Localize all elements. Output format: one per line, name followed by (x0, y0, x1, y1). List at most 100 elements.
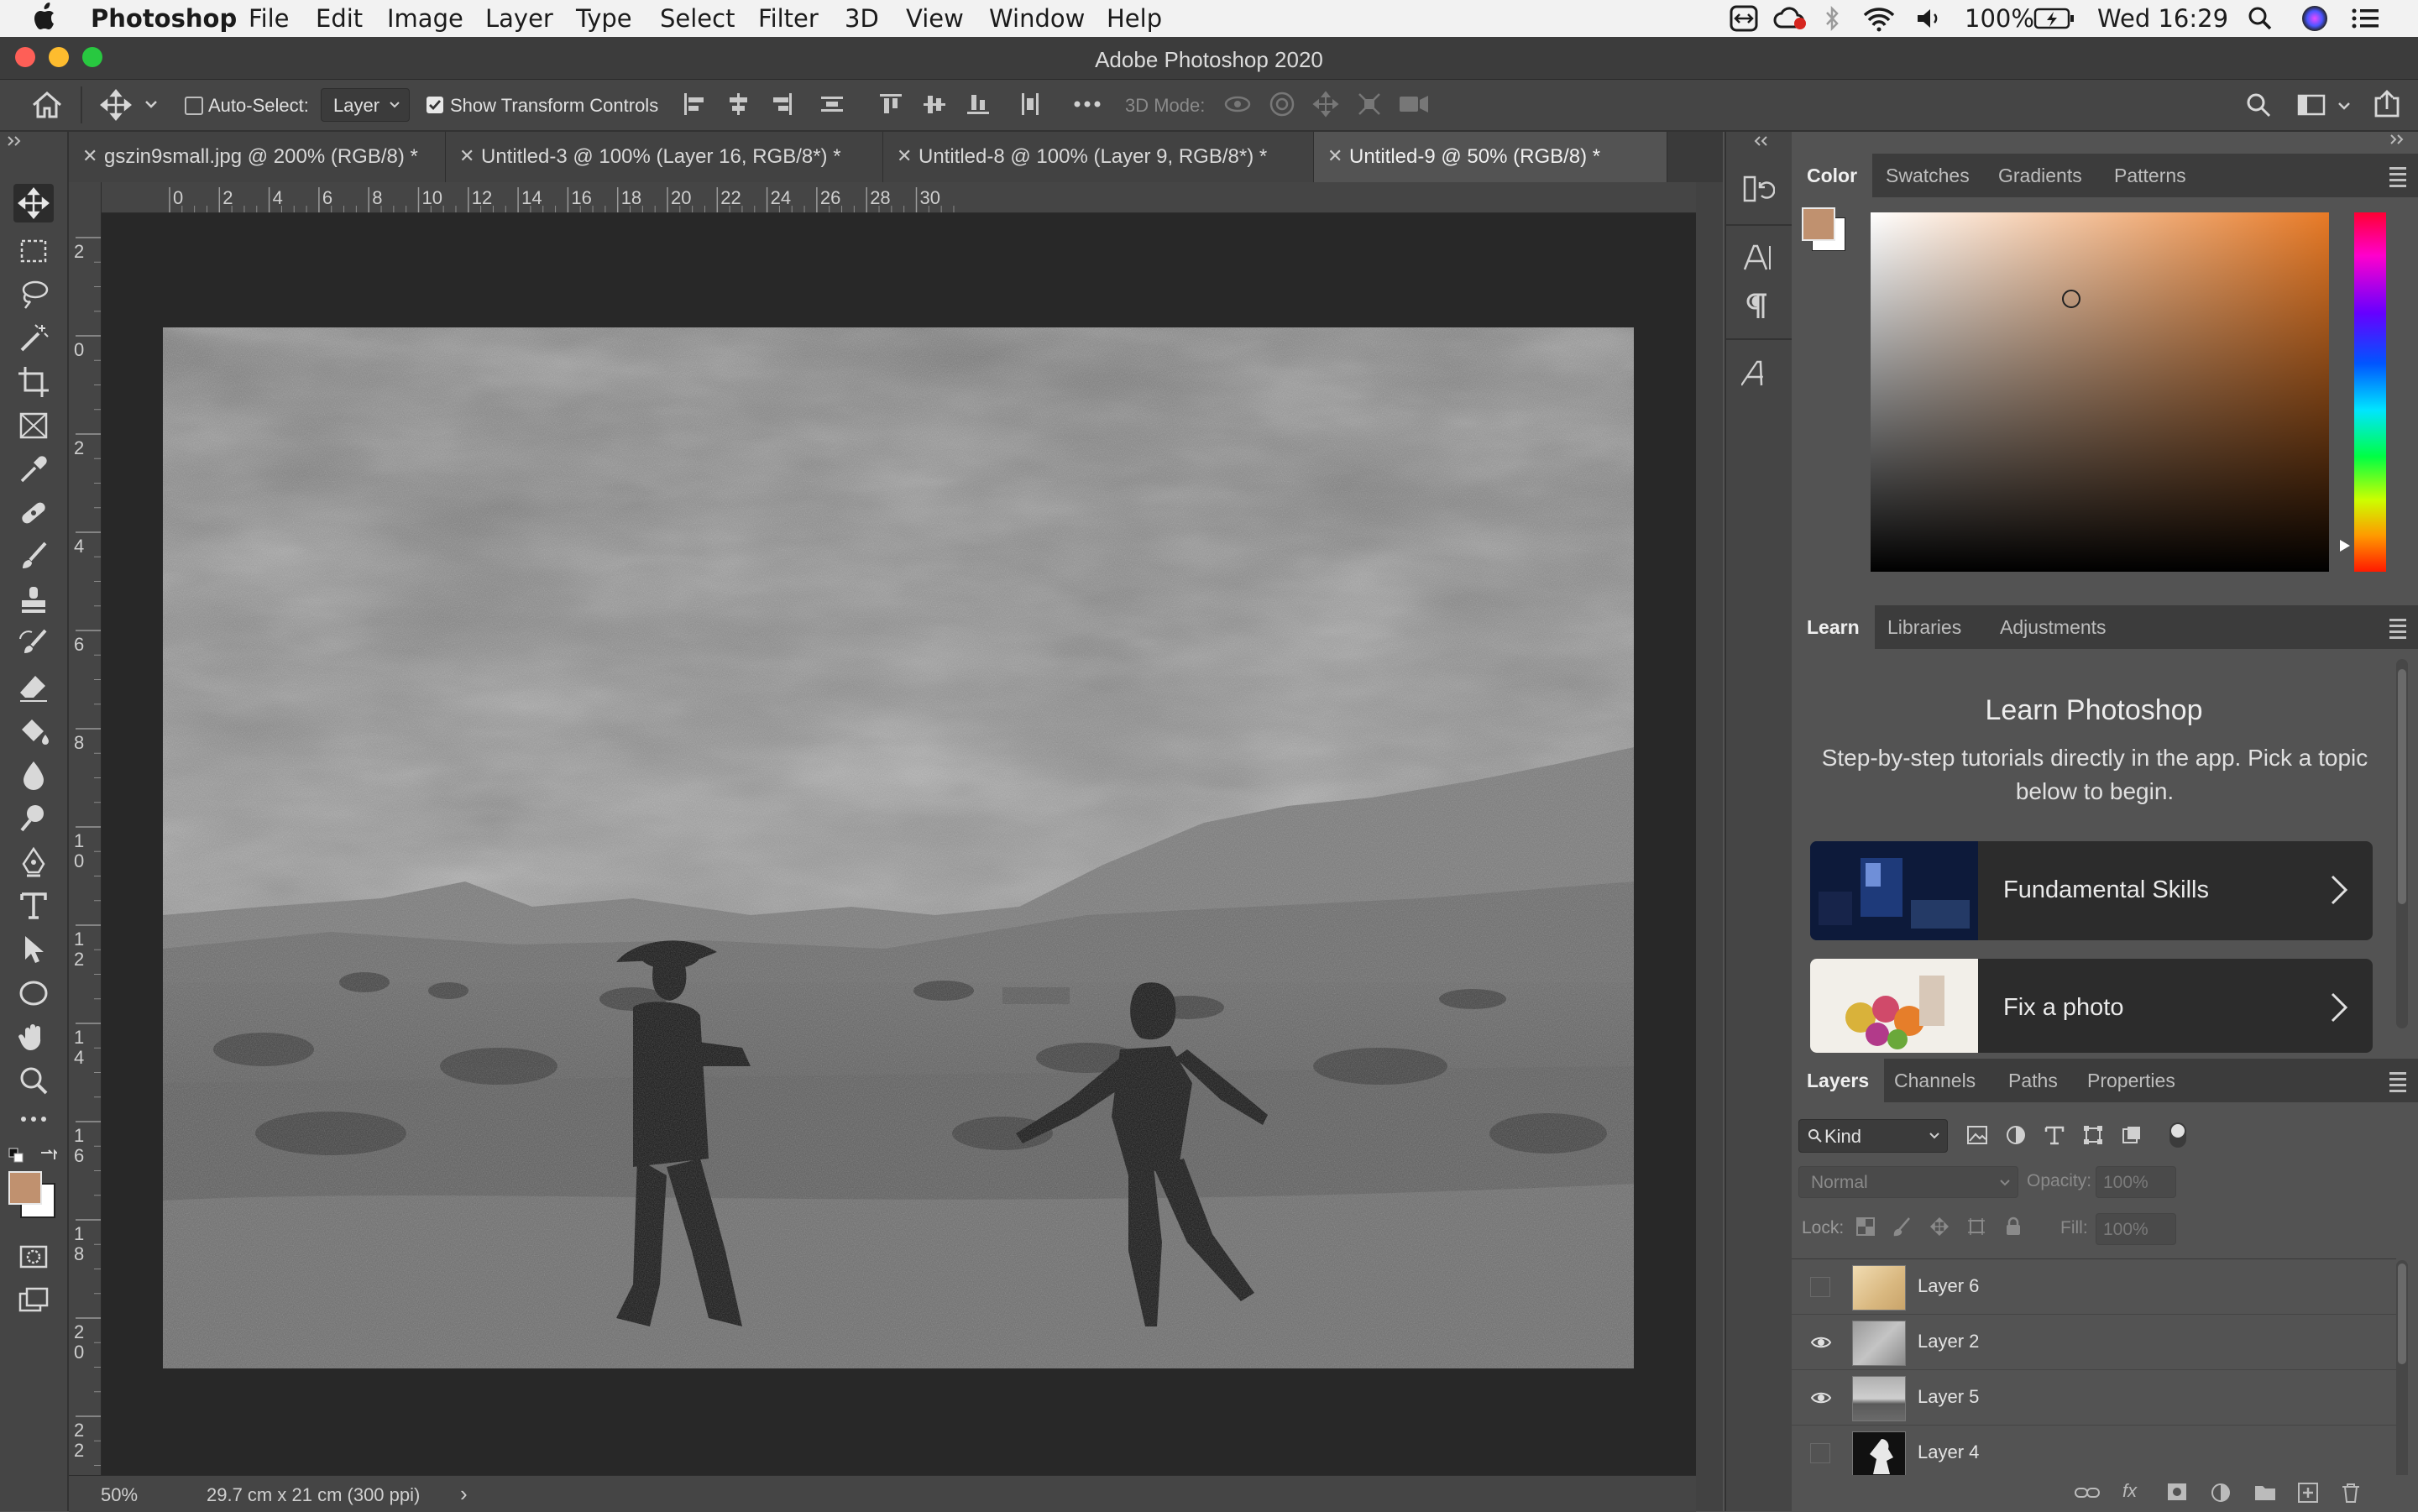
menu-filter[interactable]: Filter (758, 4, 819, 33)
dodge-tool-icon[interactable] (17, 802, 50, 835)
more-options-icon[interactable] (1073, 98, 1102, 110)
tab-gszin9small[interactable]: ✕ gszin9small.jpg @ 200% (RGB/8) * (69, 132, 446, 182)
new-layer-icon[interactable] (2297, 1482, 2319, 1504)
learn-scroll-track[interactable] (2396, 659, 2408, 1028)
home-icon[interactable] (30, 90, 64, 120)
tab-patterns[interactable]: Patterns (2099, 154, 2201, 197)
layer-name[interactable]: Layer 5 (1918, 1386, 1979, 1408)
layers-scroll-track[interactable] (2396, 1260, 2408, 1495)
brush-tool-icon[interactable] (17, 540, 50, 573)
magic-wand-tool-icon[interactable] (17, 322, 50, 355)
filter-smart-object-icon[interactable] (2121, 1124, 2143, 1146)
panel-foreground-swatch[interactable] (1802, 207, 1835, 241)
swap-colors-icon[interactable] (39, 1148, 57, 1164)
auto-select-dropdown[interactable]: Layer (321, 88, 410, 122)
menu-select[interactable]: Select (660, 4, 735, 33)
move-tool-icon[interactable] (13, 184, 54, 222)
tab-swatches[interactable]: Swatches (1871, 154, 1985, 197)
siri-icon[interactable] (2300, 4, 2329, 33)
filter-toggle-switch[interactable] (2169, 1122, 2186, 1148)
show-transform-checkbox[interactable] (427, 97, 443, 113)
close-tab-icon[interactable]: ✕ (82, 145, 97, 167)
status-menu-arrow[interactable]: › (460, 1481, 468, 1507)
zoom-tool-icon[interactable] (17, 1064, 50, 1097)
menu-layer[interactable]: Layer (485, 4, 553, 33)
layer-name[interactable]: Layer 2 (1918, 1331, 1979, 1352)
align-right-icon[interactable] (769, 92, 794, 117)
hue-slider[interactable] (2354, 212, 2386, 572)
volume-icon[interactable] (1914, 5, 1944, 32)
tab-untitled-9[interactable]: ✕ Untitled-9 @ 50% (RGB/8) * (1314, 132, 1667, 182)
color-picker-cursor[interactable] (2062, 290, 2080, 308)
minimize-window-button[interactable] (49, 47, 69, 67)
align-left-icon[interactable] (682, 92, 707, 117)
edit-toolbar-icon[interactable] (17, 1111, 50, 1131)
screen-mode-icon[interactable] (17, 1284, 50, 1317)
tab-adjustments[interactable]: Adjustments (1985, 605, 2122, 649)
layer-row-layer-5[interactable]: Layer 5 (1792, 1371, 2396, 1426)
align-bottom-icon[interactable] (966, 92, 991, 117)
layer-filter-kind-dropdown[interactable]: Kind (1798, 1119, 1948, 1153)
tab-untitled-8[interactable]: ✕ Untitled-8 @ 100% (Layer 9, RGB/8*) * (883, 132, 1314, 182)
hand-tool-icon[interactable] (17, 1020, 50, 1054)
crop-tool-icon[interactable] (17, 365, 50, 399)
foreground-color-swatch[interactable] (8, 1171, 42, 1205)
paragraph-panel-icon[interactable] (1741, 290, 1775, 323)
menu-help[interactable]: Help (1107, 4, 1162, 33)
type-tool-icon[interactable] (17, 889, 50, 923)
marquee-tool-icon[interactable] (17, 234, 50, 268)
lasso-tool-icon[interactable] (17, 278, 50, 311)
horizontal-ruler[interactable]: 0 2 4 6 8 10 12 14 16 18 20 22 24 26 28 30 (101, 182, 1696, 213)
auto-select-checkbox[interactable] (185, 97, 203, 115)
filter-adjustment-icon[interactable] (2005, 1124, 2027, 1146)
history-panel-icon[interactable] (1741, 172, 1775, 206)
close-window-button[interactable] (15, 47, 35, 67)
layer-row-layer-4[interactable]: Layer 4 (1792, 1426, 2396, 1480)
layer-row-layer-6[interactable]: Layer 6 (1792, 1260, 2396, 1315)
tab-paths[interactable]: Paths (1993, 1059, 2073, 1102)
filter-type-icon[interactable] (2044, 1124, 2065, 1146)
notification-center-icon[interactable] (2351, 7, 2381, 30)
frame-tool-icon[interactable] (17, 409, 50, 442)
pen-tool-icon[interactable] (17, 845, 50, 879)
eraser-tool-icon[interactable] (17, 671, 50, 704)
layer-visibility-toggle[interactable] (1810, 1443, 1830, 1463)
teamviewer-icon[interactable] (1730, 5, 1758, 32)
blur-tool-icon[interactable] (17, 758, 50, 792)
color-picker-field[interactable] (1871, 212, 2329, 572)
card-fix-a-photo[interactable]: Fix a photo (1810, 959, 2373, 1053)
clock[interactable]: Wed 16:29 (2097, 4, 2228, 33)
character-panel-icon[interactable] (1741, 241, 1775, 275)
chevron-down-icon[interactable] (144, 100, 158, 110)
wifi-icon[interactable] (1862, 5, 1896, 32)
layer-style-fx-icon[interactable]: fx (2122, 1480, 2137, 1502)
learn-panel-menu-icon[interactable] (2389, 615, 2406, 639)
healing-brush-tool-icon[interactable] (17, 496, 50, 530)
menu-3d[interactable]: 3D (845, 4, 879, 33)
glyphs-panel-icon[interactable] (1741, 357, 1775, 390)
tab-learn[interactable]: Learn (1792, 605, 1875, 649)
zoom-window-button[interactable] (82, 47, 102, 67)
close-tab-icon[interactable]: ✕ (897, 145, 912, 167)
layer-visibility-toggle[interactable] (1810, 1277, 1830, 1297)
ellipse-tool-icon[interactable] (17, 976, 50, 1010)
clone-stamp-tool-icon[interactable] (17, 583, 50, 617)
distribute-icon[interactable] (819, 92, 845, 117)
eye-icon[interactable] (1810, 1388, 1832, 1408)
add-mask-icon[interactable] (2166, 1482, 2188, 1502)
card-fundamental-skills[interactable]: Fundamental Skills (1810, 841, 2373, 940)
filter-shape-icon[interactable] (2082, 1124, 2104, 1146)
share-icon[interactable] (2373, 90, 2401, 118)
canvas-scroll-gutter[interactable] (1696, 182, 1723, 1511)
zoom-level[interactable]: 50% (101, 1484, 138, 1506)
tab-color[interactable]: Color (1792, 154, 1873, 197)
close-tab-icon[interactable]: ✕ (459, 145, 474, 167)
expand-panels-icon[interactable] (2389, 133, 2406, 145)
tab-gradients[interactable]: Gradients (1983, 154, 2097, 197)
learn-scroll-thumb[interactable] (2398, 669, 2406, 904)
layer-row-layer-2[interactable]: Layer 2 (1792, 1316, 2396, 1370)
vertical-ruler[interactable]: 20246810121416182022 (69, 182, 102, 1475)
menu-edit[interactable]: Edit (316, 4, 363, 33)
distribute-horizontal-icon[interactable] (1018, 92, 1043, 117)
collapse-panel-icon[interactable] (7, 135, 24, 147)
